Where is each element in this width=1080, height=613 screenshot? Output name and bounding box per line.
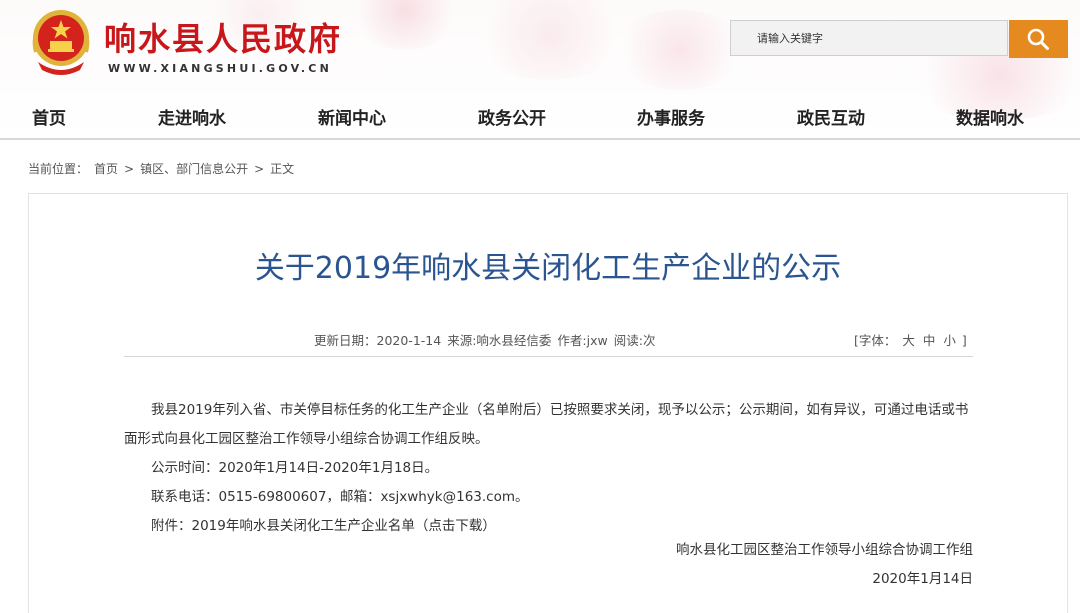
decorative-flower: [350, 0, 460, 50]
font-size-control: [字体： 大 中 小 ]: [854, 330, 967, 349]
update-date: 更新日期：2020-1-14: [314, 333, 442, 348]
article-source: 来源:响水县经信委: [447, 333, 552, 348]
search-box: [730, 20, 1008, 56]
article-body: 我县2019年列入省、市关停目标任务的化工生产企业（名单附后）已按照要求关闭，现…: [124, 396, 974, 541]
decorative-flower: [470, 0, 630, 80]
article-signature: 响水县化工园区整治工作领导小组综合协调工作组 2020年1月14日: [676, 536, 973, 594]
font-size-large-button[interactable]: 大: [902, 333, 915, 348]
signature-organization: 响水县化工园区整治工作领导小组综合协调工作组: [676, 542, 973, 558]
breadcrumb-home[interactable]: 首页: [94, 162, 118, 176]
attachment-link-text[interactable]: 附件：2019年响水县关闭化工生产企业名单（点击下载）: [151, 518, 496, 534]
national-emblem-icon: [32, 10, 90, 75]
article-title: 关于2019年响水县关闭化工生产企业的公示: [254, 251, 842, 286]
breadcrumb-section[interactable]: 镇区、部门信息公开: [140, 162, 248, 176]
article-paragraph: 我县2019年列入省、市关停目标任务的化工生产企业（名单附后）已按照要求关闭，现…: [124, 402, 969, 447]
site-url: WWW.XIANGSHUI.GOV.CN: [108, 62, 332, 75]
site-title[interactable]: 响水县人民政府: [104, 14, 342, 60]
nav-item-news[interactable]: 新闻中心: [318, 104, 386, 129]
breadcrumb-separator: >: [124, 162, 135, 176]
nav-item-home[interactable]: 首页: [32, 104, 66, 129]
search-input[interactable]: [731, 21, 1007, 55]
font-size-suffix: ]: [961, 333, 967, 348]
article-meta: 更新日期：2020-1-14 来源:响水县经信委 作者:jxw 阅读:次: [314, 330, 661, 349]
search-icon: [1027, 28, 1049, 50]
article-paragraph: 联系电话：0515-69800607，邮箱：xsjxwhyk@163.com。: [151, 489, 529, 505]
font-size-small-button[interactable]: 小: [943, 333, 956, 348]
decorative-flower: [610, 10, 750, 90]
article-author: 作者:jxw: [557, 333, 608, 348]
font-size-prefix: [字体：: [854, 333, 897, 348]
breadcrumb-separator: >: [254, 162, 265, 176]
read-count: 阅读:次: [613, 333, 656, 348]
signature-date: 2020年1月14日: [872, 571, 973, 587]
main-nav: 首页 走进响水 新闻中心 政务公开 办事服务 政民互动 数据响水: [0, 96, 1080, 136]
breadcrumb-current: 正文: [270, 162, 295, 176]
nav-item-data[interactable]: 数据响水: [956, 104, 1024, 129]
breadcrumb: 当前位置： 首页 > 镇区、部门信息公开 > 正文: [28, 160, 300, 177]
breadcrumb-prefix: 当前位置：: [28, 162, 89, 176]
nav-item-services[interactable]: 办事服务: [637, 104, 705, 129]
search-button[interactable]: [1009, 20, 1068, 58]
font-size-medium-button[interactable]: 中: [923, 333, 936, 348]
nav-item-interaction[interactable]: 政民互动: [797, 104, 865, 129]
nav-item-gov-affairs[interactable]: 政务公开: [478, 104, 546, 129]
article-paragraph: 公示时间：2020年1月14日-2020年1月18日。: [151, 460, 439, 476]
nav-item-about[interactable]: 走进响水: [158, 104, 226, 129]
meta-divider: [124, 356, 973, 357]
